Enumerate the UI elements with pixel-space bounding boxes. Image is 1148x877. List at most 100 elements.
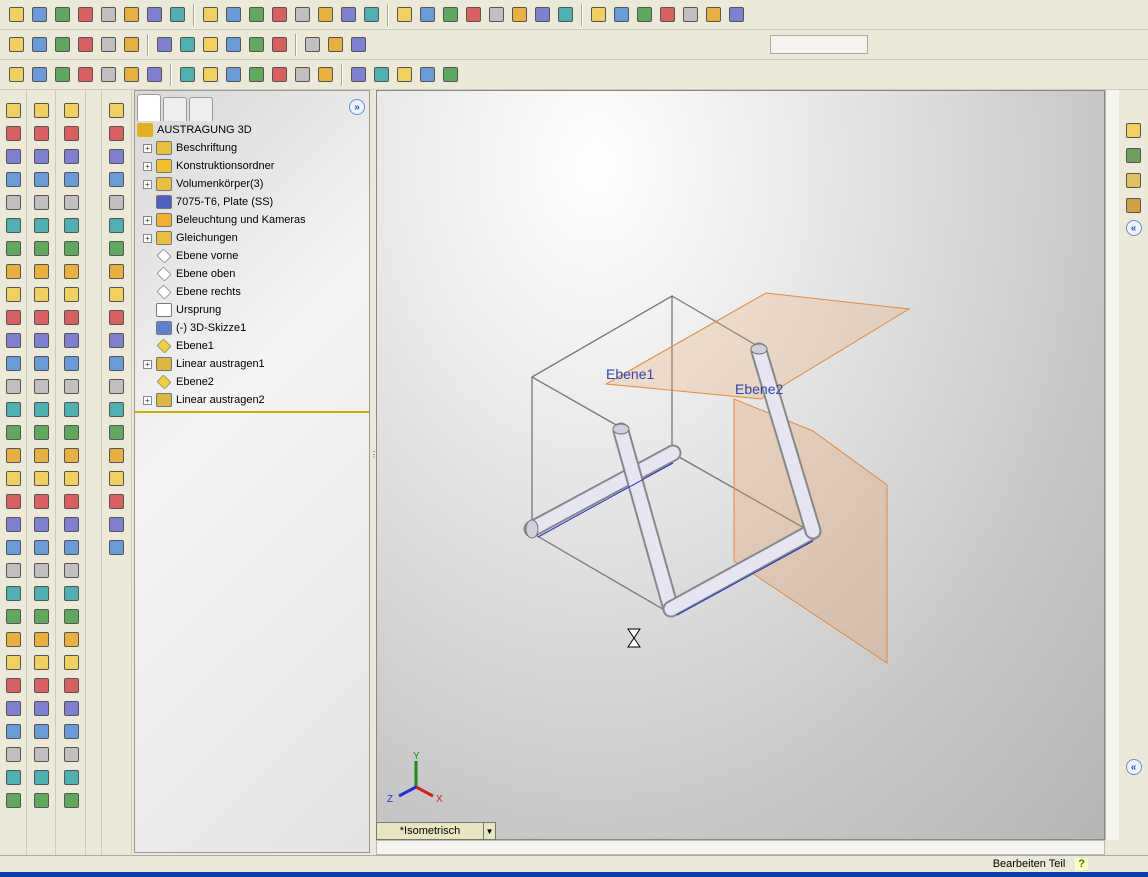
expand-icon[interactable]: + xyxy=(143,233,152,243)
tree-item[interactable]: + Konstruktionsordner xyxy=(135,157,369,175)
horizontal-scrollbar[interactable] xyxy=(376,840,1105,855)
sketch-tool-icon[interactable] xyxy=(3,675,24,696)
vertical-scrollbar[interactable] xyxy=(1105,90,1119,840)
surface-tool-icon[interactable] xyxy=(106,123,127,144)
feature-tool-icon[interactable] xyxy=(61,169,82,190)
sketch-tool-icon[interactable] xyxy=(3,169,24,190)
sketch-tool-icon[interactable] xyxy=(3,491,24,512)
surface-tool-icon[interactable] xyxy=(106,514,127,535)
options-icon[interactable] xyxy=(223,4,244,25)
sketch-entity-tool-icon[interactable] xyxy=(31,353,52,374)
pan-icon[interactable] xyxy=(532,4,553,25)
record-icon[interactable] xyxy=(394,4,415,25)
tree-item[interactable]: Ebene2 xyxy=(135,373,369,391)
sketch-tool-icon[interactable] xyxy=(3,146,24,167)
sketch-entity-tool-icon[interactable] xyxy=(31,307,52,328)
feature-tool-icon[interactable] xyxy=(61,675,82,696)
feature-tool-icon[interactable] xyxy=(61,491,82,512)
mass-icon[interactable] xyxy=(269,34,290,55)
sketch-tool-icon[interactable] xyxy=(3,123,24,144)
tree-item[interactable]: Ebene rechts xyxy=(135,283,369,301)
sketch-entity-tool-icon[interactable] xyxy=(31,606,52,627)
sketch-entity-tool-icon[interactable] xyxy=(31,514,52,535)
datum-icon[interactable] xyxy=(246,64,267,85)
shaded-edges-icon[interactable] xyxy=(680,4,701,25)
sketch-tool-icon[interactable] xyxy=(3,100,24,121)
tree-item[interactable]: Ursprung xyxy=(135,301,369,319)
feature-tool-icon[interactable] xyxy=(61,238,82,259)
help-icon[interactable]: ? xyxy=(1075,858,1088,870)
feature-tool-icon[interactable] xyxy=(61,284,82,305)
wireframe-icon[interactable] xyxy=(611,4,632,25)
file-explorer-icon[interactable] xyxy=(1123,170,1144,191)
feature-tool-icon[interactable] xyxy=(61,790,82,811)
rebuild-icon[interactable] xyxy=(200,4,221,25)
play-icon[interactable] xyxy=(6,34,27,55)
sketch-entity-tool-icon[interactable] xyxy=(31,215,52,236)
feature-tool-icon[interactable] xyxy=(61,330,82,351)
note-icon[interactable] xyxy=(75,64,96,85)
shaded-icon[interactable] xyxy=(657,4,678,25)
block-icon[interactable] xyxy=(371,64,392,85)
tree-item[interactable]: + Beschriftung xyxy=(135,139,369,157)
tree-item[interactable]: Ebene1 xyxy=(135,337,369,355)
configuration-manager-tab[interactable] xyxy=(189,97,213,121)
hole-callout-icon[interactable] xyxy=(144,64,165,85)
feature-tool-icon[interactable] xyxy=(61,399,82,420)
expand-icon[interactable]: + xyxy=(143,395,152,405)
surface-tool-icon[interactable] xyxy=(106,468,127,489)
sketch-entity-tool-icon[interactable] xyxy=(31,468,52,489)
feature-tool-icon[interactable] xyxy=(61,146,82,167)
sketch-entity-tool-icon[interactable] xyxy=(31,698,52,719)
graphics-viewport[interactable]: Ebene1 Ebene2 Y X Z xyxy=(376,90,1105,840)
sketch-tool-icon[interactable] xyxy=(3,238,24,259)
macro-new-icon[interactable] xyxy=(75,34,96,55)
sketch-tool-icon[interactable] xyxy=(3,514,24,535)
sketch-entity-tool-icon[interactable] xyxy=(31,146,52,167)
surface-tool-icon[interactable] xyxy=(106,215,127,236)
feature-tool-icon[interactable] xyxy=(61,514,82,535)
feature-tool-icon[interactable] xyxy=(61,767,82,788)
surface-tool-icon[interactable] xyxy=(106,284,127,305)
sketch-entity-tool-icon[interactable] xyxy=(31,445,52,466)
select-icon[interactable] xyxy=(167,4,188,25)
zoom-in-icon[interactable] xyxy=(463,4,484,25)
display-style-icon[interactable] xyxy=(588,4,609,25)
sketch-tool-icon[interactable] xyxy=(3,422,24,443)
feature-tool-icon[interactable] xyxy=(61,698,82,719)
sketch-tool-icon[interactable] xyxy=(3,192,24,213)
sketch-tool-icon[interactable] xyxy=(3,307,24,328)
surface-tool-icon[interactable] xyxy=(106,238,127,259)
sketch-entity-tool-icon[interactable] xyxy=(31,767,52,788)
expand-icon[interactable]: + xyxy=(143,161,152,171)
tree-item[interactable]: + Volumenkörper(3) xyxy=(135,175,369,193)
sketch-icon[interactable] xyxy=(292,4,313,25)
centerline-icon[interactable] xyxy=(315,64,336,85)
open-icon[interactable] xyxy=(29,4,50,25)
surface-tool-icon[interactable] xyxy=(106,491,127,512)
feature-tool-icon[interactable] xyxy=(61,652,82,673)
add-in-icon[interactable] xyxy=(223,34,244,55)
surface-tool-icon[interactable] xyxy=(106,422,127,443)
feature-tool-icon[interactable] xyxy=(61,606,82,627)
section-icon[interactable] xyxy=(703,4,724,25)
point-icon[interactable] xyxy=(338,4,359,25)
tree-item[interactable]: + Beleuchtung und Kameras xyxy=(135,211,369,229)
line-icon[interactable] xyxy=(315,4,336,25)
sketch-tool-icon[interactable] xyxy=(3,583,24,604)
geom-tol-icon[interactable] xyxy=(269,64,290,85)
sketch-tool-icon[interactable] xyxy=(3,215,24,236)
view-palette-icon[interactable] xyxy=(1123,195,1144,216)
appearance-icon[interactable] xyxy=(726,4,747,25)
sketch-entity-tool-icon[interactable] xyxy=(31,675,52,696)
library-icon[interactable] xyxy=(1123,145,1144,166)
view-orient-icon[interactable] xyxy=(555,4,576,25)
photo-icon[interactable] xyxy=(325,34,346,55)
surface-tool-icon[interactable] xyxy=(106,307,127,328)
sketch-entity-tool-icon[interactable] xyxy=(31,261,52,282)
macro-edit-icon[interactable] xyxy=(98,34,119,55)
render-icon[interactable] xyxy=(348,34,369,55)
rotate-icon[interactable] xyxy=(509,4,530,25)
annotation-icon[interactable] xyxy=(440,64,461,85)
surface-tool-icon[interactable] xyxy=(106,100,127,121)
